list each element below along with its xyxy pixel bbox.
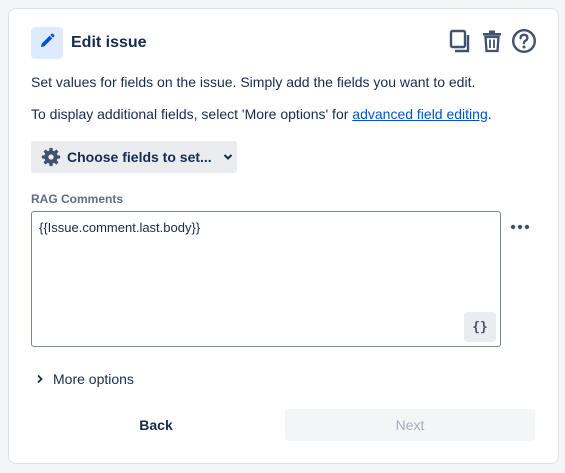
panel-title: Edit issue	[71, 34, 147, 51]
advanced-field-editing-link[interactable]: advanced field editing	[352, 106, 487, 122]
choose-fields-label: Choose fields to set...	[67, 149, 212, 165]
chevron-right-icon	[35, 374, 45, 384]
back-button[interactable]: Back	[31, 409, 281, 441]
rag-comments-label: RAG Comments	[31, 192, 124, 206]
description-text: To display additional fields, select 'Mo…	[31, 106, 353, 122]
delete-button[interactable]	[479, 29, 505, 57]
next-button: Next	[285, 409, 535, 441]
description-line-1: Set values for fields on the issue. Simp…	[31, 74, 476, 90]
trash-icon	[480, 29, 504, 58]
copy-icon	[448, 29, 472, 58]
help-button[interactable]	[511, 28, 537, 59]
pencil-icon	[38, 32, 56, 55]
field-value: {{Issue.comment.last.body}}	[39, 220, 201, 235]
duplicate-button[interactable]	[447, 29, 473, 57]
description-line-2: To display additional fields, select 'Mo…	[31, 106, 492, 122]
panel-header: Edit issue	[31, 27, 537, 61]
chevron-down-icon	[222, 151, 234, 163]
more-options-label: More options	[53, 371, 134, 387]
field-more-actions-button[interactable]	[509, 221, 531, 233]
rag-comments-field[interactable]: {{Issue.comment.last.body}} {}	[31, 211, 501, 347]
more-dots-icon	[510, 224, 530, 230]
gear-icon	[41, 147, 61, 167]
edit-issue-badge	[31, 27, 63, 59]
smart-value-button[interactable]: {}	[464, 312, 496, 342]
help-icon	[511, 28, 537, 59]
header-actions	[447, 28, 537, 59]
more-options-toggle[interactable]: More options	[35, 371, 134, 387]
edit-issue-panel: Edit issue Set values for fields on the …	[8, 8, 559, 464]
description-period: .	[487, 106, 492, 122]
choose-fields-button[interactable]: Choose fields to set...	[31, 141, 237, 173]
